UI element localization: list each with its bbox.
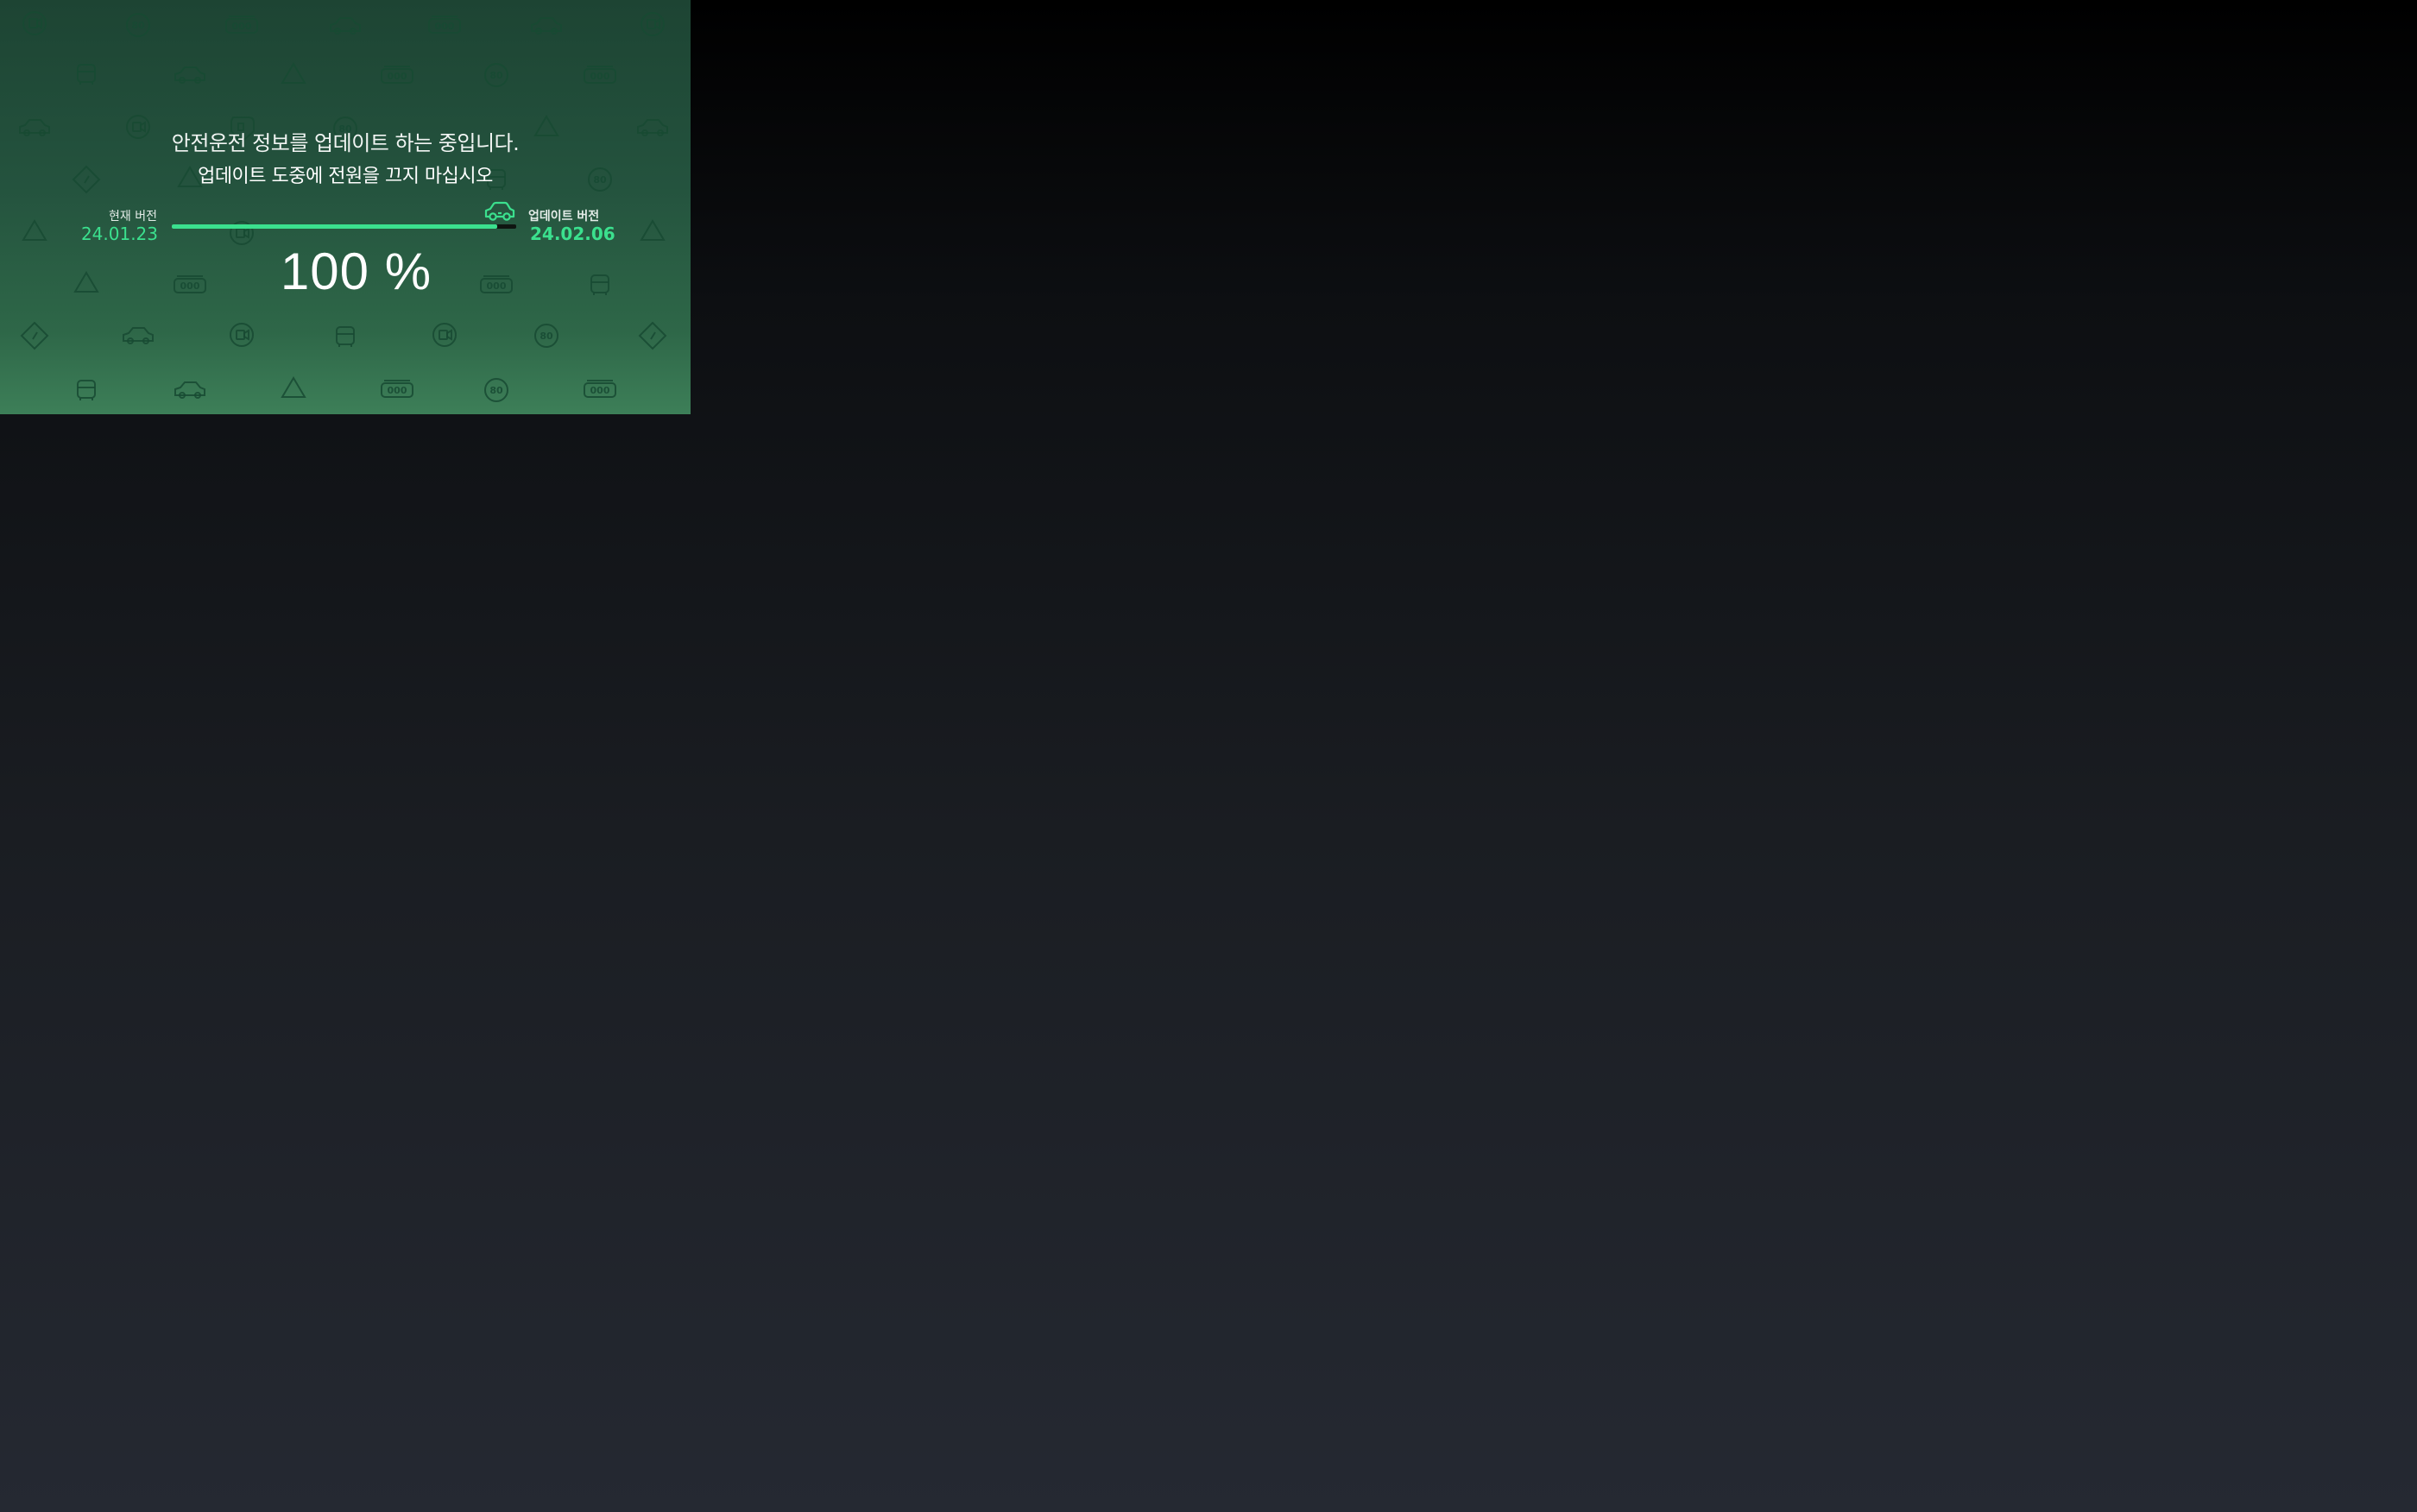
current-version-label: 현재 버전 [109, 210, 157, 224]
update-title: 안전운전 정보를 업데이트 하는 중입니다. [171, 131, 520, 155]
progress-bar-fill [172, 224, 498, 229]
update-panel: 80 000 [0, 0, 691, 414]
update-version-label: 업데이트 버전 [528, 210, 600, 224]
car-icon [484, 201, 515, 221]
update-warning-subtitle: 업데이트 도중에 전원을 끄지 마십시오 [198, 166, 493, 187]
progress-bar [172, 224, 516, 229]
progress-percent: 100 % [280, 243, 432, 300]
